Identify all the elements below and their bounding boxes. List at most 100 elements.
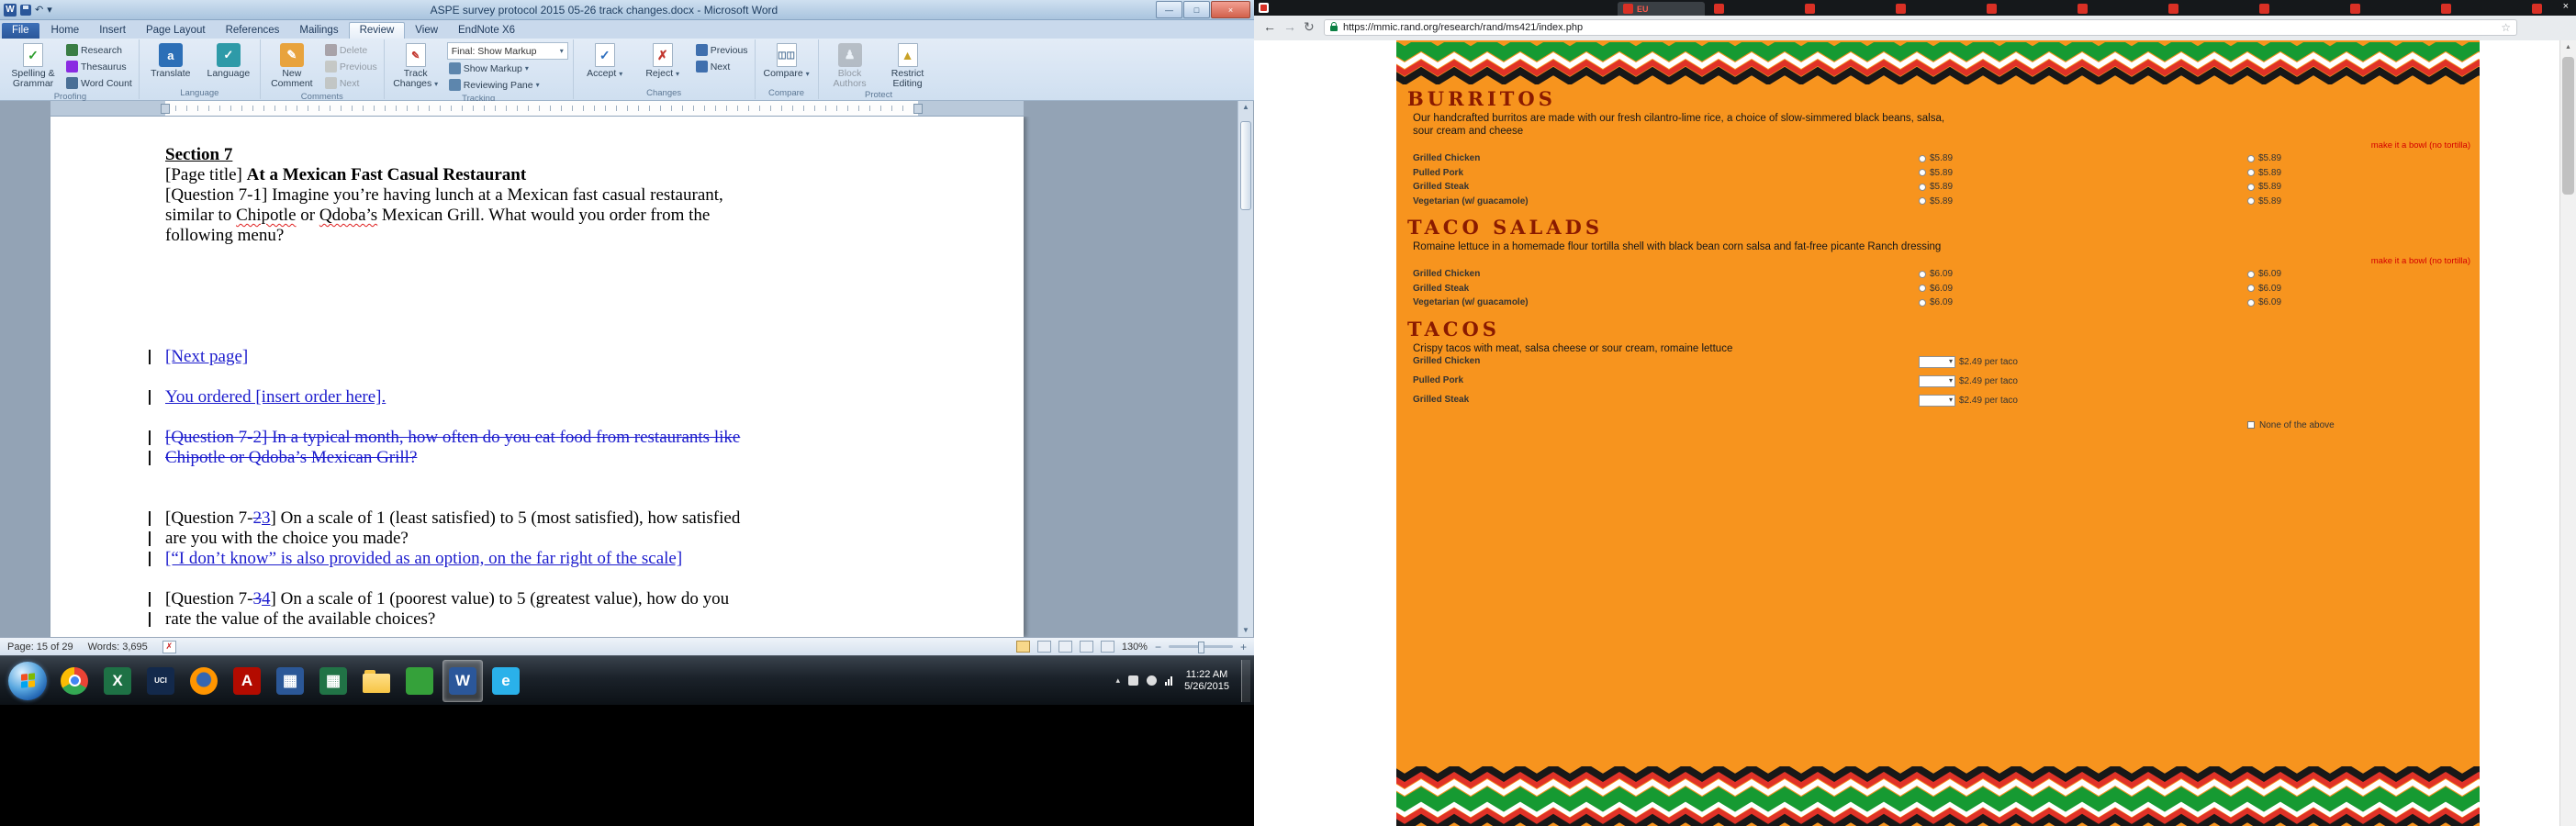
ribbon-tab-view[interactable]: View [405,23,448,39]
previous-comment-button[interactable]: Previous [323,59,379,74]
ribbon-tab-review[interactable]: Review [349,22,406,39]
radio-vegetarian-w-guacamole-bowl[interactable] [2247,299,2255,307]
action-center-icon[interactable] [1128,675,1138,686]
horizontal-ruler[interactable] [50,101,1024,117]
document-page[interactable]: Section 7[Page title] At a Mexican Fast … [50,117,1024,637]
url-text[interactable]: https://mmic.rand.org/research/rand/ms42… [1343,22,2495,33]
page-indicator[interactable]: Page: 15 of 29 [7,642,73,653]
reviewing-pane-button[interactable]: Reviewing Pane▾ [447,77,568,93]
show-markup-button[interactable]: Show Markup▾ [447,61,568,76]
browser-tab[interactable] [1981,2,2068,16]
new-comment-button[interactable]: ✎ New Comment [265,41,319,89]
right-indent-marker[interactable] [913,104,923,114]
browser-tab[interactable] [2163,2,2250,16]
browser-tab[interactable] [1708,2,1796,16]
browser-tab[interactable]: EU [1618,2,1705,16]
browser-tab[interactable] [1890,2,1977,16]
quantity-select-grilled-steak[interactable]: ▾ [1919,395,1955,407]
address-bar[interactable]: https://mmic.rand.org/research/rand/ms42… [1324,19,2517,36]
track-changes-button[interactable]: ✎ Track Changes ▾ [389,41,442,89]
taskbar-chrome-icon[interactable] [54,660,95,702]
radio-grilled-chicken-bowl[interactable] [2247,155,2255,162]
restrict-editing-button[interactable]: ▲ Restrict Editing [881,41,935,89]
undo-icon[interactable]: ↶ [35,4,43,16]
save-icon[interactable] [20,5,31,16]
taskbar-folder-icon[interactable] [356,660,397,702]
radio-vegetarian-w-guacamole[interactable] [1919,197,1926,205]
radio-vegetarian-w-guacamole-bowl[interactable] [2247,197,2255,205]
quantity-select-pulled-pork[interactable]: ▾ [1919,375,1955,387]
block-authors-button[interactable]: ♟ Block Authors [823,41,877,89]
outline-view-button[interactable] [1080,641,1093,653]
thesaurus-button[interactable]: Thesaurus [64,59,134,74]
browser-scrollbar-thumb[interactable] [2562,57,2574,195]
ribbon-tab-references[interactable]: References [216,23,290,39]
show-desktop-button[interactable] [1241,660,1250,702]
taskbar-word-icon[interactable]: W [442,660,483,702]
radio-grilled-chicken[interactable] [1919,271,1926,278]
radio-grilled-chicken[interactable] [1919,155,1926,162]
browser-tab[interactable] [2526,2,2576,16]
browser-tab[interactable] [2072,2,2159,16]
ribbon-tab-mailings[interactable]: Mailings [289,23,348,39]
language-button[interactable]: ✓ Language [202,41,255,79]
taskbar-uci-icon[interactable]: UCI [140,660,181,702]
web-layout-view-button[interactable] [1058,641,1072,653]
zoom-level[interactable]: 130% [1122,642,1148,653]
radio-pulled-pork[interactable] [1919,169,1926,176]
taskbar-adobe-reader-icon[interactable]: A [227,660,267,702]
left-indent-marker[interactable] [161,104,170,114]
browser-tab[interactable] [2436,2,2523,16]
display-for-review-dropdown[interactable]: Final: Show Markup▾ [447,42,568,60]
taskbar-firefox-icon[interactable] [184,660,224,702]
taskbar-internet-explorer-icon[interactable]: e [486,660,526,702]
word-count-indicator[interactable]: Words: 3,695 [88,642,148,653]
bookmark-star-icon[interactable]: ☆ [2501,21,2511,34]
ribbon-tab-page-layout[interactable]: Page Layout [136,23,216,39]
close-button[interactable]: × [1211,1,1250,18]
radio-pulled-pork-bowl[interactable] [2247,169,2255,176]
print-layout-view-button[interactable] [1016,641,1030,653]
browser-scroll-up-icon[interactable]: ▲ [2560,40,2576,54]
browser-tab[interactable] [1799,2,1887,16]
radio-grilled-steak-bowl[interactable] [2247,285,2255,292]
radio-grilled-steak[interactable] [1919,285,1926,292]
quantity-select-grilled-chicken[interactable]: ▾ [1919,356,1955,368]
delete-comment-button[interactable]: Delete [323,42,379,58]
compare-button[interactable]: ◫◫ Compare ▾ [760,41,813,79]
radio-grilled-steak-bowl[interactable] [2247,184,2255,191]
next-change-button[interactable]: Next [694,59,750,74]
translate-button[interactable]: a Translate [144,41,197,79]
browser-tab[interactable] [2254,2,2341,16]
full-screen-view-button[interactable] [1037,641,1051,653]
draft-view-button[interactable] [1101,641,1114,653]
taskbar-excel-icon[interactable]: X [97,660,138,702]
document-scrollbar[interactable]: ▲ ▼ [1238,101,1253,637]
forward-button[interactable]: → [1283,19,1296,34]
research-button[interactable]: Research [64,42,134,58]
scrollbar-thumb[interactable] [1240,121,1251,210]
network-icon[interactable] [1165,676,1172,686]
word-count-button[interactable]: Word Count [64,75,134,91]
scroll-up-icon[interactable]: ▲ [1238,101,1253,114]
zoom-out-button[interactable]: − [1155,642,1161,652]
none-checkbox[interactable] [2247,421,2255,429]
previous-change-button[interactable]: Previous [694,42,750,58]
ribbon-tab-file[interactable]: File [2,23,39,39]
taskbar-green-app-icon[interactable] [399,660,440,702]
reject-button[interactable]: ✗ Reject ▾ [636,41,689,79]
ribbon-tab-insert[interactable]: Insert [89,23,136,39]
spelling-grammar-button[interactable]: ✓ Spelling & Grammar [6,41,60,89]
taskbar-spreadsheet-icon[interactable]: ▦ [313,660,353,702]
zoom-in-button[interactable]: + [1240,642,1247,652]
radio-grilled-steak[interactable] [1919,184,1926,191]
back-button[interactable]: ← [1263,19,1276,34]
reload-button[interactable]: ↻ [1304,19,1315,35]
radio-vegetarian-w-guacamole[interactable] [1919,299,1926,307]
accept-button[interactable]: ✓ Accept ▾ [578,41,632,79]
taskbar-clock[interactable]: 11:22 AM 5/26/2015 [1184,669,1229,693]
proofing-status-icon[interactable]: ✗ [162,641,176,653]
ribbon-tab-endnote-x6[interactable]: EndNote X6 [448,23,525,39]
minimize-button[interactable]: — [1156,1,1182,18]
ribbon-tab-home[interactable]: Home [41,23,90,39]
